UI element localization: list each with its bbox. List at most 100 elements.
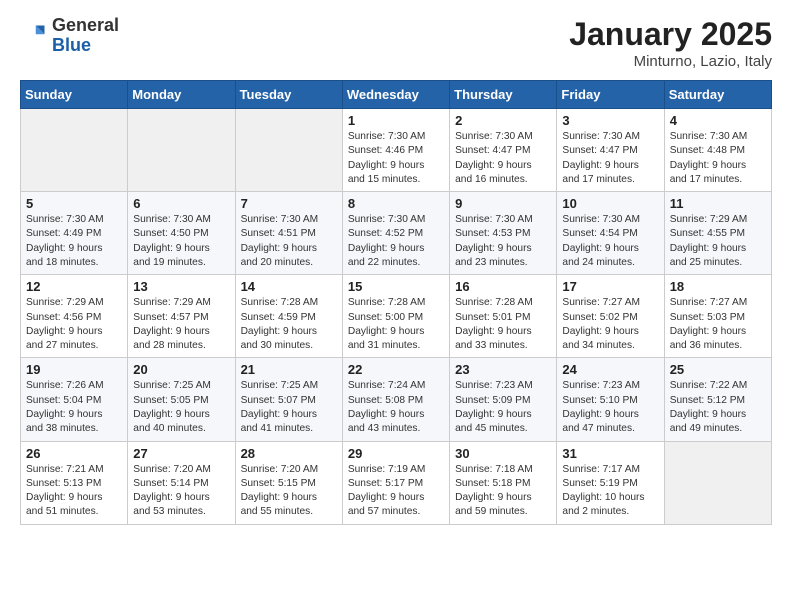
day-number: 7 bbox=[241, 196, 337, 211]
day-number: 16 bbox=[455, 279, 551, 294]
calendar-cell: 9 Sunrise: 7:30 AM Sunset: 4:53 PM Daylig… bbox=[450, 192, 557, 275]
day-info: Sunrise: 7:27 AM Sunset: 5:02 PM Dayligh… bbox=[562, 296, 658, 353]
calendar-cell: 19 Sunrise: 7:26 AM Sunset: 5:04 PM Dayli… bbox=[21, 358, 128, 441]
day-number: 25 bbox=[670, 362, 766, 377]
day-info: Sunrise: 7:28 AM Sunset: 5:01 PM Dayligh… bbox=[455, 296, 551, 353]
day-info: Sunrise: 7:30 AM Sunset: 4:46 PM Dayligh… bbox=[348, 130, 444, 187]
day-number: 5 bbox=[26, 196, 122, 211]
day-number: 10 bbox=[562, 196, 658, 211]
day-info: Sunrise: 7:26 AM Sunset: 5:04 PM Dayligh… bbox=[26, 379, 122, 436]
day-number: 17 bbox=[562, 279, 658, 294]
day-header-saturday: Saturday bbox=[664, 81, 771, 109]
title-block: January 2025 Minturno, Lazio, Italy bbox=[569, 16, 772, 70]
day-info: Sunrise: 7:28 AM Sunset: 5:00 PM Dayligh… bbox=[348, 296, 444, 353]
day-info: Sunrise: 7:29 AM Sunset: 4:56 PM Dayligh… bbox=[26, 296, 122, 353]
logo-text: General Blue bbox=[52, 16, 119, 56]
day-info: Sunrise: 7:23 AM Sunset: 5:10 PM Dayligh… bbox=[562, 379, 658, 436]
day-info: Sunrise: 7:30 AM Sunset: 4:50 PM Dayligh… bbox=[133, 213, 229, 270]
day-number: 22 bbox=[348, 362, 444, 377]
day-number: 20 bbox=[133, 362, 229, 377]
week-row-3: 19 Sunrise: 7:26 AM Sunset: 5:04 PM Dayli… bbox=[21, 358, 772, 441]
day-info: Sunrise: 7:29 AM Sunset: 4:57 PM Dayligh… bbox=[133, 296, 229, 353]
logo: General Blue bbox=[20, 16, 119, 56]
day-info: Sunrise: 7:25 AM Sunset: 5:05 PM Dayligh… bbox=[133, 379, 229, 436]
day-number: 31 bbox=[562, 446, 658, 461]
day-number: 8 bbox=[348, 196, 444, 211]
day-header-sunday: Sunday bbox=[21, 81, 128, 109]
calendar-cell: 24 Sunrise: 7:23 AM Sunset: 5:10 PM Dayli… bbox=[557, 358, 664, 441]
day-number: 18 bbox=[670, 279, 766, 294]
day-number: 12 bbox=[26, 279, 122, 294]
day-info: Sunrise: 7:29 AM Sunset: 4:55 PM Dayligh… bbox=[670, 213, 766, 270]
day-info: Sunrise: 7:30 AM Sunset: 4:47 PM Dayligh… bbox=[455, 130, 551, 187]
calendar-cell: 28Sunrise: 7:20 AM Sunset: 5:15 PM Dayli… bbox=[235, 441, 342, 524]
day-info: Sunrise: 7:24 AM Sunset: 5:08 PM Dayligh… bbox=[348, 379, 444, 436]
calendar-cell: 29Sunrise: 7:19 AM Sunset: 5:17 PM Dayli… bbox=[342, 441, 449, 524]
logo-icon bbox=[20, 22, 48, 50]
title-location: Minturno, Lazio, Italy bbox=[569, 53, 772, 70]
day-number: 13 bbox=[133, 279, 229, 294]
calendar-cell: 23 Sunrise: 7:23 AM Sunset: 5:09 PM Dayli… bbox=[450, 358, 557, 441]
title-month: January 2025 bbox=[569, 16, 772, 53]
calendar: SundayMondayTuesdayWednesdayThursdayFrid… bbox=[20, 80, 772, 525]
calendar-cell: 18 Sunrise: 7:27 AM Sunset: 5:03 PM Dayli… bbox=[664, 275, 771, 358]
calendar-cell: 2 Sunrise: 7:30 AM Sunset: 4:47 PM Daylig… bbox=[450, 109, 557, 192]
day-info: Sunrise: 7:30 AM Sunset: 4:54 PM Dayligh… bbox=[562, 213, 658, 270]
calendar-cell bbox=[21, 109, 128, 192]
day-number: 23 bbox=[455, 362, 551, 377]
day-number: 1 bbox=[348, 113, 444, 128]
calendar-cell: 26Sunrise: 7:21 AM Sunset: 5:13 PM Dayli… bbox=[21, 441, 128, 524]
day-info: Sunrise: 7:23 AM Sunset: 5:09 PM Dayligh… bbox=[455, 379, 551, 436]
day-number: 24 bbox=[562, 362, 658, 377]
day-info: Sunrise: 7:30 AM Sunset: 4:51 PM Dayligh… bbox=[241, 213, 337, 270]
calendar-cell: 27 Sunrise: 7:20 AM Sunset: 5:14 PM Dayli… bbox=[128, 441, 235, 524]
day-header-tuesday: Tuesday bbox=[235, 81, 342, 109]
calendar-cell: 7 Sunrise: 7:30 AM Sunset: 4:51 PM Daylig… bbox=[235, 192, 342, 275]
calendar-cell: 12 Sunrise: 7:29 AM Sunset: 4:56 PM Dayli… bbox=[21, 275, 128, 358]
day-number: 15 bbox=[348, 279, 444, 294]
day-number: 2 bbox=[455, 113, 551, 128]
calendar-header: SundayMondayTuesdayWednesdayThursdayFrid… bbox=[21, 81, 772, 109]
day-number: 27 bbox=[133, 446, 229, 461]
day-info: Sunrise: 7:27 AM Sunset: 5:03 PM Dayligh… bbox=[670, 296, 766, 353]
day-number: 4 bbox=[670, 113, 766, 128]
calendar-cell: 8 Sunrise: 7:30 AM Sunset: 4:52 PM Daylig… bbox=[342, 192, 449, 275]
day-number: 9 bbox=[455, 196, 551, 211]
week-row-4: 26Sunrise: 7:21 AM Sunset: 5:13 PM Dayli… bbox=[21, 441, 772, 524]
day-info: Sunrise: 7:30 AM Sunset: 4:52 PM Dayligh… bbox=[348, 213, 444, 270]
calendar-cell: 30Sunrise: 7:18 AM Sunset: 5:18 PM Dayli… bbox=[450, 441, 557, 524]
week-row-2: 12 Sunrise: 7:29 AM Sunset: 4:56 PM Dayli… bbox=[21, 275, 772, 358]
day-info: Sunrise: 7:30 AM Sunset: 4:49 PM Dayligh… bbox=[26, 213, 122, 270]
calendar-cell: 14Sunrise: 7:28 AM Sunset: 4:59 PM Dayli… bbox=[235, 275, 342, 358]
day-header-wednesday: Wednesday bbox=[342, 81, 449, 109]
calendar-cell: 6Sunrise: 7:30 AM Sunset: 4:50 PM Daylig… bbox=[128, 192, 235, 275]
day-info: Sunrise: 7:20 AM Sunset: 5:14 PM Dayligh… bbox=[133, 463, 229, 520]
day-header-monday: Monday bbox=[128, 81, 235, 109]
day-number: 19 bbox=[26, 362, 122, 377]
calendar-cell: 20 Sunrise: 7:25 AM Sunset: 5:05 PM Dayli… bbox=[128, 358, 235, 441]
calendar-cell: 5 Sunrise: 7:30 AM Sunset: 4:49 PM Daylig… bbox=[21, 192, 128, 275]
day-info: Sunrise: 7:18 AM Sunset: 5:18 PM Dayligh… bbox=[455, 463, 551, 520]
day-header-friday: Friday bbox=[557, 81, 664, 109]
calendar-cell: 16 Sunrise: 7:28 AM Sunset: 5:01 PM Dayli… bbox=[450, 275, 557, 358]
header: General Blue January 2025 Minturno, Lazi… bbox=[20, 16, 772, 70]
calendar-cell: 22 Sunrise: 7:24 AM Sunset: 5:08 PM Dayli… bbox=[342, 358, 449, 441]
calendar-cell bbox=[235, 109, 342, 192]
day-number: 3 bbox=[562, 113, 658, 128]
header-row: SundayMondayTuesdayWednesdayThursdayFrid… bbox=[21, 81, 772, 109]
day-info: Sunrise: 7:21 AM Sunset: 5:13 PM Dayligh… bbox=[26, 463, 122, 520]
logo-general: General bbox=[52, 15, 119, 35]
page: General Blue January 2025 Minturno, Lazi… bbox=[0, 0, 792, 612]
logo-blue: Blue bbox=[52, 35, 91, 55]
calendar-cell: 4Sunrise: 7:30 AM Sunset: 4:48 PM Daylig… bbox=[664, 109, 771, 192]
day-header-thursday: Thursday bbox=[450, 81, 557, 109]
day-info: Sunrise: 7:30 AM Sunset: 4:53 PM Dayligh… bbox=[455, 213, 551, 270]
day-info: Sunrise: 7:19 AM Sunset: 5:17 PM Dayligh… bbox=[348, 463, 444, 520]
day-info: Sunrise: 7:17 AM Sunset: 5:19 PM Dayligh… bbox=[562, 463, 658, 520]
day-info: Sunrise: 7:20 AM Sunset: 5:15 PM Dayligh… bbox=[241, 463, 337, 520]
calendar-cell: 11 Sunrise: 7:29 AM Sunset: 4:55 PM Dayli… bbox=[664, 192, 771, 275]
calendar-cell: 3Sunrise: 7:30 AM Sunset: 4:47 PM Daylig… bbox=[557, 109, 664, 192]
day-number: 11 bbox=[670, 196, 766, 211]
calendar-cell: 17 Sunrise: 7:27 AM Sunset: 5:02 PM Dayli… bbox=[557, 275, 664, 358]
calendar-cell: 31 Sunrise: 7:17 AM Sunset: 5:19 PM Dayli… bbox=[557, 441, 664, 524]
